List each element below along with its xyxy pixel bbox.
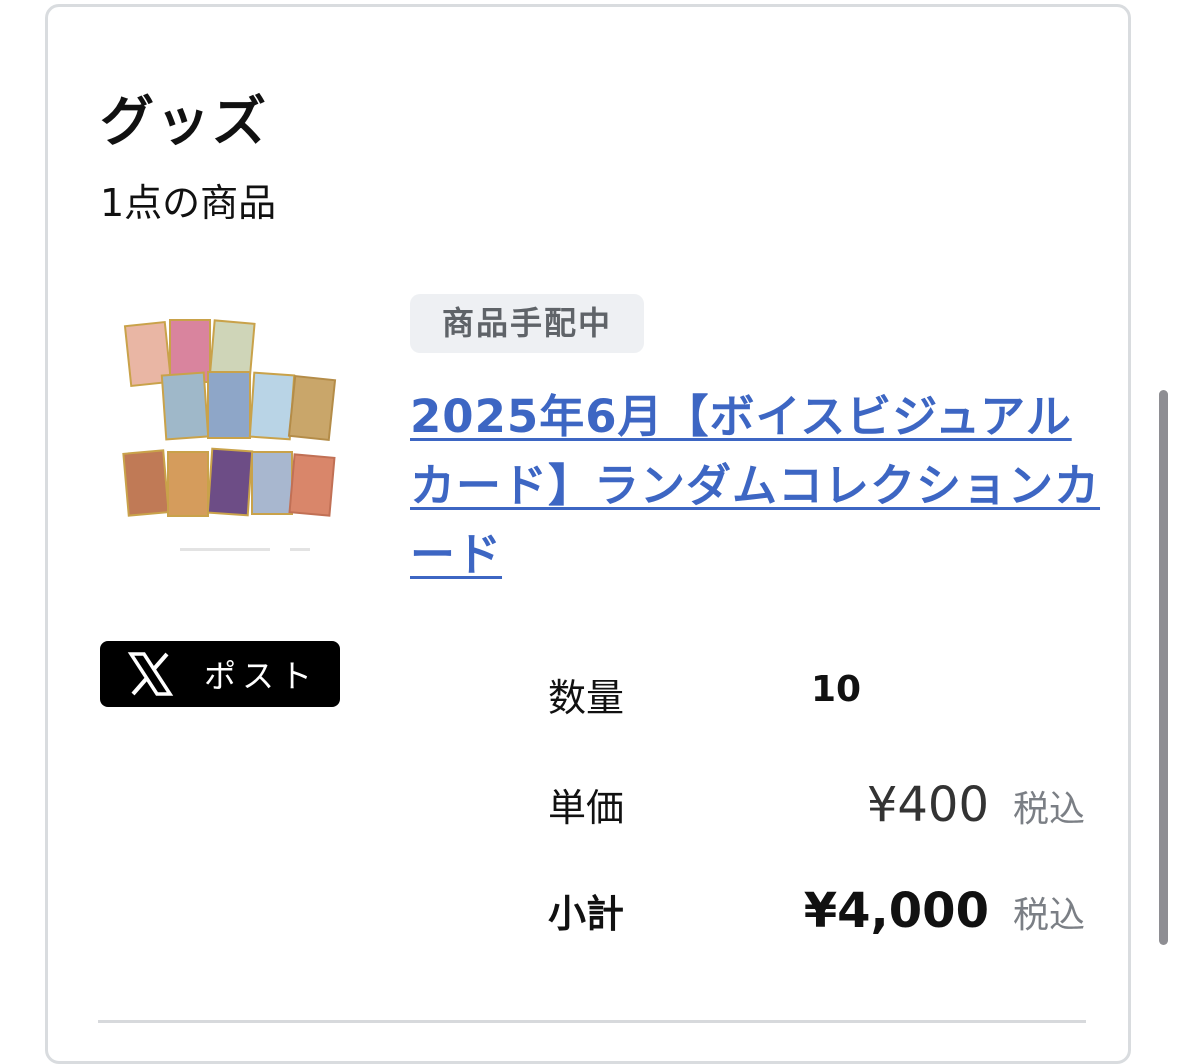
status-badge: 商品手配中	[410, 294, 645, 353]
subtotal-row: 小計 ¥4,000 税込	[548, 883, 1085, 943]
subtotal-label: 小計	[548, 892, 625, 936]
subtotal-tax-label: 税込	[1012, 895, 1085, 936]
x-logo-icon	[126, 650, 174, 698]
post-button-label: ポスト	[204, 657, 319, 695]
item-count: 1点の商品	[100, 181, 277, 225]
section-divider	[98, 1020, 1086, 1023]
unit-price-label: 単価	[548, 786, 625, 830]
subtotal-group: ¥4,000 税込	[804, 883, 1085, 939]
product-thumbnail[interactable]	[120, 312, 372, 564]
unit-price-tax-label: 税込	[1012, 789, 1085, 830]
post-to-x-button[interactable]: ポスト	[100, 641, 340, 707]
unit-price-group: ¥400 税込	[867, 777, 1085, 833]
unit-price-value: ¥400	[866, 777, 989, 833]
section-title: グッズ	[100, 90, 268, 153]
vertical-scrollbar[interactable]	[1159, 390, 1168, 945]
quantity-row: 数量 10	[548, 667, 1085, 727]
order-goods-card: グッズ 1点の商品 商品手配中 2025年6月【ボイスビジュアルカード】ランダム…	[45, 4, 1131, 1064]
product-name-link[interactable]: 2025年6月【ボイスビジュアルカード】ランダムコレクションカード	[410, 382, 1100, 589]
quantity-value: 10	[811, 669, 862, 710]
unit-price-row: 単価 ¥400 税込	[548, 777, 1085, 837]
quantity-label: 数量	[548, 676, 625, 720]
product-collage-image	[120, 312, 372, 564]
subtotal-value: ¥4,000	[803, 883, 989, 939]
